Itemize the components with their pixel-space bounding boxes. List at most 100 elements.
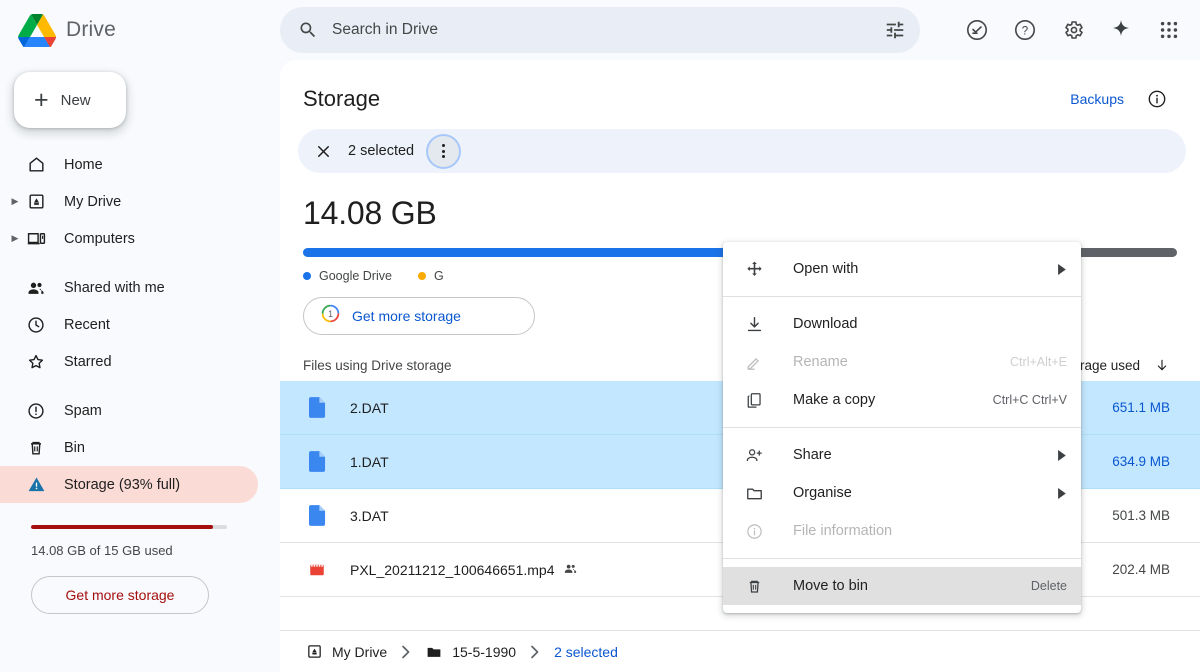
main-panel: Storage Backups 2 selected 14.08 GB — [280, 60, 1200, 672]
context-menu: Open withDownloadRenameCtrl+Alt+EMake a … — [723, 242, 1081, 613]
search-input[interactable]: Search in Drive — [280, 7, 920, 53]
page-title: Storage — [303, 86, 380, 112]
breadcrumb-item[interactable]: My Drive — [306, 643, 387, 660]
submenu-arrow-icon — [1058, 488, 1067, 499]
home-icon — [24, 155, 48, 174]
sidebar-nav: ▶ Home ▶ My Drive ▶ — [0, 146, 280, 515]
legend-item: Google Drive — [303, 269, 392, 283]
sidebar-item-recent[interactable]: ▶ Recent — [0, 306, 258, 343]
breadcrumb: My Drive 15-5-1990 2 selected — [280, 630, 1200, 672]
menu-item-label: Make a copy — [793, 392, 875, 408]
brand-area[interactable]: Drive — [0, 14, 280, 47]
sidebar-item-label: Storage (93% full) — [64, 477, 180, 493]
drive-app: Drive Search in Drive ? — [0, 0, 1200, 672]
legend-label: G — [434, 269, 444, 283]
breadcrumb-label: My Drive — [332, 644, 387, 660]
breadcrumb-item[interactable]: 15-5-1990 — [425, 643, 516, 661]
my-drive-icon — [24, 192, 48, 211]
google-one-button-label: Get more storage — [352, 308, 461, 324]
get-more-storage-button[interactable]: Get more storage — [31, 576, 209, 614]
menu-item-shortcut: Ctrl+C Ctrl+V — [993, 393, 1067, 407]
pending-tasks-icon[interactable] — [964, 17, 990, 43]
menu-item-rename: RenameCtrl+Alt+E — [723, 343, 1081, 381]
legend-label: Google Drive — [319, 269, 392, 283]
file-blue-icon — [306, 505, 328, 526]
menu-separator — [723, 427, 1081, 428]
drive-logo-icon — [18, 14, 56, 47]
breadcrumb-label: 15-5-1990 — [452, 644, 516, 660]
new-button-label: New — [61, 92, 91, 109]
sidebar-group-shared: ▶ Shared with me ▶ Recent — [0, 269, 280, 392]
video-red-icon — [306, 561, 328, 579]
sidebar-item-storage[interactable]: ▶ Storage (93% full) — [0, 466, 258, 503]
file-name-text: 1.DAT — [350, 454, 389, 470]
new-button[interactable]: + New — [14, 72, 126, 128]
backups-link[interactable]: Backups — [1070, 91, 1124, 107]
menu-item-label: Organise — [793, 485, 852, 501]
sidebar-item-label: Starred — [64, 354, 112, 370]
sidebar-item-bin[interactable]: ▶ Bin — [0, 429, 258, 466]
google-apps-icon[interactable] — [1156, 17, 1182, 43]
sidebar-item-shared-with-me[interactable]: ▶ Shared with me — [0, 269, 258, 306]
spam-icon — [24, 401, 48, 421]
storage-meter-fill — [31, 525, 213, 529]
submenu-arrow-icon — [1058, 264, 1067, 275]
sidebar-item-my-drive[interactable]: ▶ My Drive — [0, 183, 258, 220]
menu-item-share[interactable]: Share — [723, 436, 1081, 474]
menu-item-shortcut: Ctrl+Alt+E — [1010, 355, 1067, 369]
breadcrumb-item[interactable]: 2 selected — [554, 644, 618, 660]
file-size: 202.4 MB — [1112, 562, 1170, 577]
star-icon — [24, 352, 48, 372]
selection-more-options-button[interactable] — [428, 136, 459, 167]
download-icon — [743, 315, 765, 334]
google-one-get-storage-button[interactable]: 1 Get more storage — [303, 297, 535, 335]
search-icon — [298, 20, 318, 40]
legend-item: G — [418, 269, 444, 283]
sidebar-group-system: ▶ Spam ▶ Bin ▶ — [0, 392, 280, 515]
menu-item-file-information: File information — [723, 512, 1081, 550]
sidebar-storage-meter — [31, 525, 227, 529]
menu-item-download[interactable]: Download — [723, 305, 1081, 343]
menu-item-move-to-bin[interactable]: Move to binDelete — [723, 567, 1081, 605]
breadcrumb-separator — [529, 645, 541, 659]
close-icon[interactable] — [308, 136, 338, 166]
sidebar: + New ▶ Home ▶ — [0, 60, 280, 672]
people-icon — [24, 278, 48, 298]
info-icon[interactable] — [1144, 86, 1170, 112]
file-name: PXL_20211212_100646651.mp4 — [350, 561, 578, 579]
settings-icon[interactable] — [1060, 17, 1086, 43]
sidebar-group-primary: ▶ Home ▶ My Drive ▶ — [0, 146, 280, 269]
sidebar-item-spam[interactable]: ▶ Spam — [0, 392, 258, 429]
file-name-text: 3.DAT — [350, 508, 389, 524]
legend-dot-icon — [303, 272, 311, 280]
bin-icon — [24, 438, 48, 458]
chevron-right-icon[interactable]: ▶ — [6, 196, 24, 207]
selection-toolbar: 2 selected — [298, 129, 1186, 173]
chevron-right-icon[interactable]: ▶ — [6, 233, 24, 244]
menu-item-organise[interactable]: Organise — [723, 474, 1081, 512]
main-header: Storage Backups — [280, 60, 1200, 112]
submenu-arrow-icon — [1058, 450, 1067, 461]
svg-text:?: ? — [1022, 25, 1028, 37]
help-icon[interactable]: ? — [1012, 17, 1038, 43]
file-list-header-left: Files using Drive storage — [303, 358, 452, 373]
move-arrows-icon — [743, 260, 765, 279]
folder-icon — [743, 484, 765, 503]
file-name: 2.DAT — [350, 400, 389, 416]
brand-name: Drive — [66, 18, 116, 42]
menu-item-open-with[interactable]: Open with — [723, 250, 1081, 288]
menu-separator — [723, 296, 1081, 297]
pencil-icon — [743, 353, 765, 372]
google-one-icon: 1 — [320, 303, 341, 329]
gemini-sparkle-icon[interactable] — [1108, 17, 1134, 43]
sidebar-item-starred[interactable]: ▶ Starred — [0, 343, 258, 380]
breadcrumb-separator — [400, 645, 412, 659]
trash-icon — [743, 577, 765, 596]
sidebar-item-label: My Drive — [64, 194, 121, 210]
menu-item-label: Move to bin — [793, 578, 868, 594]
tune-filter-icon[interactable] — [884, 19, 906, 41]
menu-item-make-a-copy[interactable]: Make a copy Ctrl+C Ctrl+V — [723, 381, 1081, 419]
person-add-icon — [743, 446, 765, 465]
sidebar-item-computers[interactable]: ▶ Computers — [0, 220, 258, 257]
sidebar-item-home[interactable]: ▶ Home — [0, 146, 258, 183]
